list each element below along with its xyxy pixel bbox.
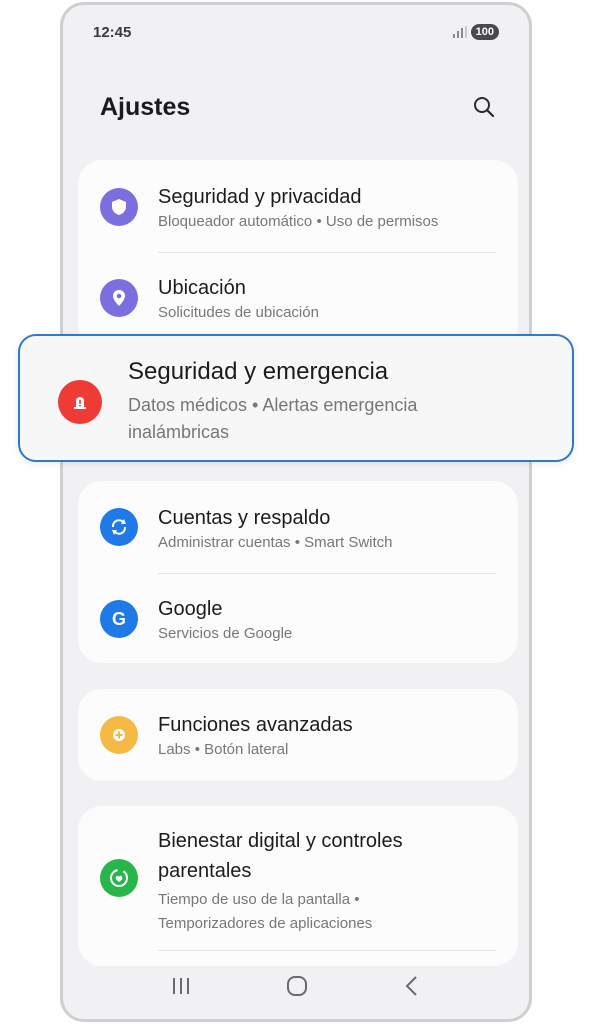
status-time: 12:45 [93,23,132,41]
item-title: Google [158,598,223,620]
settings-item-location[interactable]: Ubicación Solicitudes de ubicación [78,253,518,345]
item-subtitle: Servicios de Google [158,625,293,642]
search-button[interactable] [469,92,499,122]
settings-card-wellbeing: Bienestar digital y controles parentales… [78,806,518,966]
settings-item-security-privacy[interactable]: Seguridad y privacidad Bloqueador automá… [78,160,518,252]
navigation-bar [63,973,529,1003]
settings-card-accounts: Cuentas y respaldo Administrar cuentas •… [78,481,518,663]
recent-apps-icon [172,977,189,994]
home-icon [286,975,307,996]
settings-item-google[interactable]: G Google Servicios de Google [78,574,518,663]
search-icon [474,97,495,118]
gear-plus-icon [100,716,138,754]
item-subtitle: Administrar cuentas • Smart Switch [158,534,393,551]
item-title: Bienestar digital y controles parentales [158,830,403,882]
settings-card-security: Seguridad y privacidad Bloqueador automá… [78,160,518,350]
shield-icon [100,188,138,226]
recent-apps-button[interactable] [170,976,192,1001]
home-button[interactable] [285,974,309,1003]
phone-screen: 12:45 100 Ajustes Seguridad y privacidad… [60,2,532,1022]
item-title: Ubicación [158,277,246,299]
item-title: Seguridad y emergencia [128,358,389,385]
item-subtitle: Tiempo de uso de la pantalla • Temporiza… [158,891,373,932]
back-button[interactable] [402,974,422,1003]
signal-icon [452,26,467,38]
item-subtitle: Datos médicos • Alertas emergencia inalá… [128,395,418,442]
item-subtitle: Labs • Botón lateral [158,741,289,758]
divider [158,950,496,951]
item-subtitle: Bloqueador automático • Uso de permisos [158,213,439,230]
settings-item-digital-wellbeing[interactable]: Bienestar digital y controles parentales… [78,806,518,956]
settings-card-advanced: Funciones avanzadas Labs • Botón lateral [78,689,518,781]
item-title: Cuentas y respaldo [158,507,331,529]
settings-item-safety-emergency[interactable]: Seguridad y emergencia Datos médicos • A… [18,334,574,462]
sync-icon [100,508,138,546]
status-bar: 12:45 100 [93,21,499,43]
emergency-icon [58,380,102,424]
item-title: Seguridad y privacidad [158,186,362,208]
google-icon: G [100,600,138,638]
wellbeing-icon [100,859,138,897]
item-title: Funciones avanzadas [158,714,353,736]
settings-item-accounts-backup[interactable]: Cuentas y respaldo Administrar cuentas •… [78,481,518,573]
page-header: Ajustes [100,89,499,125]
page-title: Ajustes [100,92,191,121]
back-icon [405,975,418,996]
settings-item-advanced-features[interactable]: Funciones avanzadas Labs • Botón lateral [78,689,518,781]
location-pin-icon [100,279,138,317]
item-subtitle: Solicitudes de ubicación [158,304,319,321]
battery-indicator: 100 [470,24,499,40]
